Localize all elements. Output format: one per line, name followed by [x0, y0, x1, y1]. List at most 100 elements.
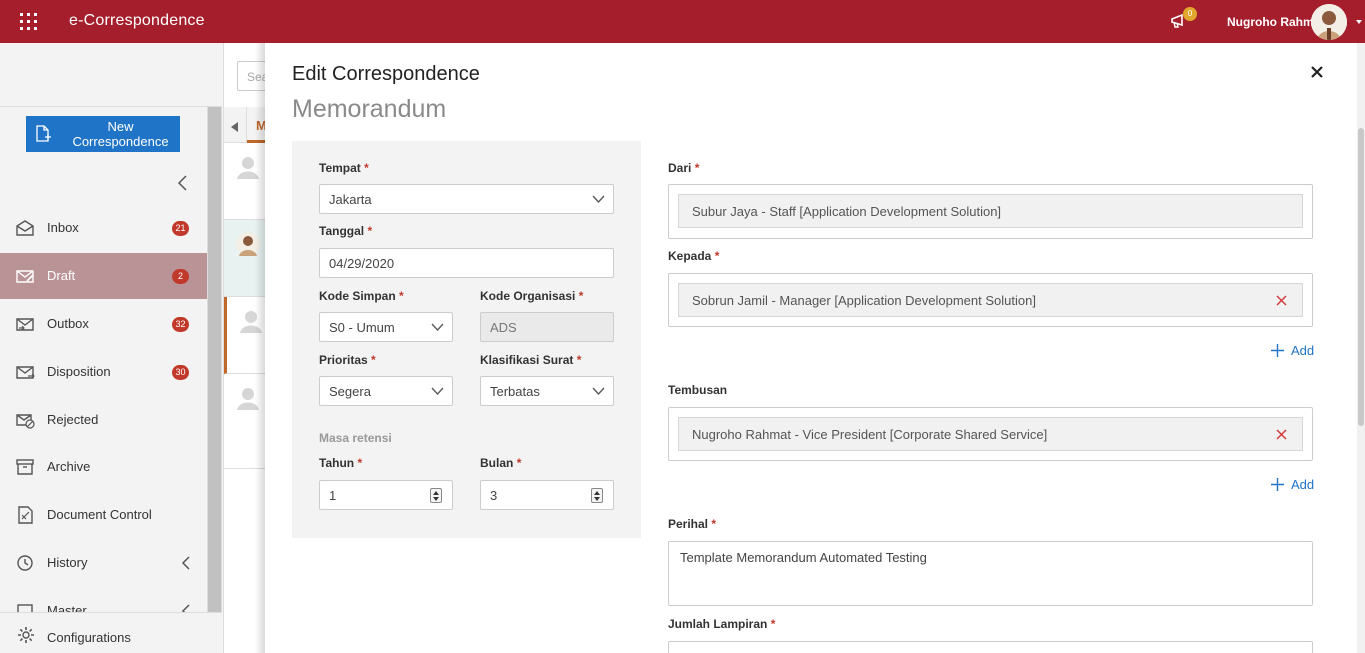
page-title: Edit Correspondence — [292, 63, 480, 85]
add-label: Add — [1291, 477, 1315, 492]
tembusan-chip: Nugroho Rahmat - Vice President [Corpora… — [678, 417, 1303, 451]
sidebar-item-label: Document Control — [47, 507, 152, 522]
sidebar-item-history[interactable]: History — [0, 540, 207, 586]
kode-organisasi-label: Kode Organisasi * — [480, 289, 584, 303]
dari-label: Dari * — [668, 161, 700, 175]
kepada-value: Sobrun Jamil - Manager [Application Deve… — [692, 292, 1036, 308]
disposition-icon — [16, 366, 35, 379]
sidebar-item-label: History — [47, 555, 88, 570]
sidebar-item-draft[interactable]: Draft 2 — [0, 253, 207, 299]
outbox-count-badge: 32 — [172, 317, 189, 332]
master-icon — [17, 604, 33, 612]
sidebar-item-label: Inbox — [47, 220, 79, 235]
sidebar-item-label: Archive — [47, 459, 91, 474]
add-label: Add — [1291, 343, 1315, 358]
draft-icon — [16, 270, 34, 283]
edit-correspondence-panel: Edit Correspondence Memorandum Tempat * … — [265, 43, 1365, 653]
tanggal-label: Tanggal * — [319, 224, 373, 238]
bulan-stepper[interactable]: 3 — [480, 480, 614, 510]
sidebar-scrollbar[interactable] — [207, 107, 222, 612]
panel-scrollbar[interactable] — [1357, 43, 1365, 653]
tahun-stepper[interactable]: 1 — [319, 480, 453, 510]
sidebar-item-disposition[interactable]: Disposition 30 — [0, 349, 207, 395]
app-title[interactable]: e-Correspondence — [69, 12, 205, 30]
tanggal-value: 04/29/2020 — [329, 255, 395, 271]
plus-icon — [1271, 478, 1284, 491]
sidebar-item-label: Rejected — [47, 412, 99, 427]
sidebar-item-document-control[interactable]: Document Control — [0, 492, 207, 538]
user-menu-caret-icon[interactable] — [1356, 20, 1362, 24]
add-kepada-button[interactable]: Add — [1271, 343, 1314, 358]
perihal-textarea[interactable]: Template Memorandum Automated Testing — [668, 541, 1313, 606]
tembusan-label: Tembusan — [668, 383, 728, 397]
new-document-icon — [36, 125, 51, 142]
inbox-count-badge: 21 — [172, 221, 189, 236]
tab-scroll-left-icon[interactable] — [231, 122, 238, 132]
sidebar-item-archive[interactable]: Archive — [0, 444, 207, 490]
stepper-arrows-icon[interactable] — [591, 488, 603, 503]
kepada-label: Kepada * — [668, 249, 720, 263]
jumlah-lampiran-input[interactable] — [668, 641, 1313, 653]
notification-badge: 0 — [1183, 7, 1197, 21]
outbox-icon — [16, 318, 34, 331]
tempat-select[interactable]: Jakarta — [319, 184, 614, 214]
tempat-label: Tempat * — [319, 161, 369, 175]
stepper-arrows-icon[interactable] — [430, 488, 442, 503]
kode-organisasi-value: ADS — [490, 319, 517, 335]
user-avatar[interactable] — [1311, 4, 1347, 40]
prioritas-value: Segera — [329, 383, 371, 399]
dari-value: Subur Jaya - Staff [Application Developm… — [692, 203, 1002, 219]
sidebar-item-inbox[interactable]: Inbox 21 — [0, 205, 207, 251]
kode-simpan-label: Kode Simpan * — [319, 289, 404, 303]
plus-icon — [1271, 344, 1284, 357]
klasifikasi-select[interactable]: Terbatas — [480, 376, 614, 406]
history-icon — [17, 555, 33, 571]
kode-simpan-select[interactable]: S0 - Umum — [319, 312, 453, 342]
sidebar-item-label: Draft — [47, 268, 76, 283]
app-launcher-icon[interactable] — [20, 13, 37, 30]
rejected-icon — [16, 414, 35, 429]
collapse-sidebar-chevron-icon[interactable] — [176, 175, 190, 191]
chevron-left-icon — [181, 604, 190, 612]
close-icon[interactable] — [1310, 65, 1324, 79]
jumlah-lampiran-label: Jumlah Lampiran * — [668, 617, 776, 631]
tembusan-field: Nugroho Rahmat - Vice President [Corpora… — [668, 407, 1313, 461]
user-name[interactable]: Nugroho Rahm — [1227, 15, 1314, 29]
new-correspondence-label: New Correspondence — [72, 119, 169, 149]
top-bar: e-Correspondence 0 Nugroho Rahm — [0, 0, 1365, 43]
configurations-bar[interactable]: Configurations — [0, 612, 222, 653]
tembusan-value: Nugroho Rahmat - Vice President [Corpora… — [692, 426, 1048, 442]
remove-icon[interactable] — [1276, 295, 1287, 306]
kepada-field: Sobrun Jamil - Manager [Application Deve… — [668, 273, 1313, 327]
disposition-count-badge: 30 — [172, 365, 189, 380]
klasifikasi-value: Terbatas — [490, 383, 540, 399]
remove-icon[interactable] — [1276, 429, 1287, 440]
tanggal-input[interactable]: 04/29/2020 — [319, 248, 614, 278]
kode-simpan-value: S0 - Umum — [329, 319, 395, 335]
sidebar-item-rejected[interactable]: Rejected — [0, 397, 207, 443]
kode-organisasi-input: ADS — [480, 312, 614, 342]
tempat-value: Jakarta — [329, 191, 372, 207]
sidebar-item-master[interactable]: Master — [0, 588, 207, 612]
metadata-box: Tempat * Jakarta Tanggal * 04/29/2020 Ko… — [292, 141, 641, 538]
chevron-left-icon — [181, 556, 190, 570]
add-tembusan-button[interactable]: Add — [1271, 477, 1314, 492]
page-subtitle: Memorandum — [292, 95, 447, 123]
inbox-icon — [16, 220, 34, 236]
klasifikasi-label: Klasifikasi Surat * — [480, 353, 582, 367]
sidebar-item-label: Outbox — [47, 316, 89, 331]
draft-count-badge: 2 — [172, 269, 189, 284]
sidebar-header — [0, 43, 222, 107]
prioritas-label: Prioritas * — [319, 353, 376, 367]
chevron-down-icon — [592, 387, 605, 395]
new-correspondence-button[interactable]: New Correspondence — [26, 116, 180, 152]
bulan-value: 3 — [490, 487, 498, 503]
kepada-chip: Sobrun Jamil - Manager [Application Deve… — [678, 283, 1303, 317]
chevron-down-icon — [431, 387, 444, 395]
prioritas-select[interactable]: Segera — [319, 376, 453, 406]
perihal-label: Perihal * — [668, 517, 717, 531]
sidebar-item-outbox[interactable]: Outbox 32 — [0, 301, 207, 347]
dari-field: Subur Jaya - Staff [Application Developm… — [668, 184, 1313, 239]
masa-retensi-label: Masa retensi — [319, 431, 392, 445]
chevron-down-icon — [592, 195, 605, 203]
